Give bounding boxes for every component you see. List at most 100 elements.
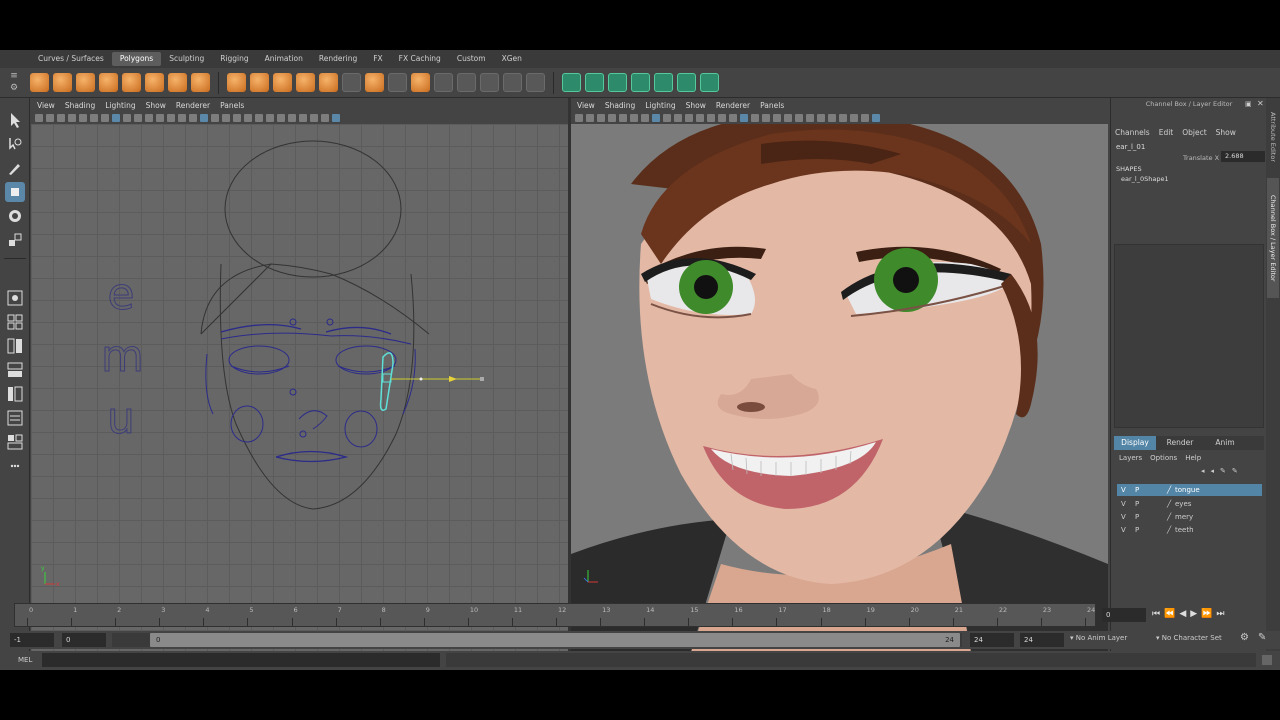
image-plane-icon[interactable] [79,114,87,122]
extract-icon[interactable] [273,73,292,92]
offset-edge-loop-icon[interactable] [480,73,499,92]
shelf-tab-polygons[interactable]: Polygons [111,52,162,66]
step-back-key-icon[interactable]: ⏪ [1164,609,1175,619]
image-plane-icon[interactable] [619,114,627,122]
wireframe-icon[interactable] [729,114,737,122]
shelf-tab-animation[interactable]: Animation [257,52,311,66]
bookmarks-icon[interactable] [68,114,76,122]
letter-m[interactable]: m [101,326,145,388]
extrude-icon[interactable] [365,73,384,92]
poly-prism-icon[interactable] [168,73,187,92]
2d-pan-zoom-icon[interactable] [630,114,638,122]
xray-components-icon[interactable] [299,114,307,122]
grease-pencil-icon[interactable] [641,114,649,122]
layer-playback-toggle[interactable]: P [1135,498,1139,510]
textured-icon[interactable] [222,114,230,122]
layer-row[interactable]: V P ╱ eyes [1117,498,1262,510]
tab-attribute-editor[interactable]: Attribute Editor [1267,102,1279,172]
layer-playback-toggle[interactable]: P [1135,511,1139,523]
hypershade-layout-icon[interactable] [5,432,25,452]
layer-color-icon[interactable]: ╱ [1167,498,1171,510]
layer-visibility-toggle[interactable]: V [1121,484,1126,496]
shadows-icon[interactable] [244,114,252,122]
tab-render[interactable]: Render [1156,436,1204,450]
layers-menu[interactable]: Layers [1119,454,1142,462]
outliner-layout-icon[interactable] [5,408,25,428]
poly-cylinder-icon[interactable] [76,73,95,92]
gamma-icon[interactable] [321,114,329,122]
auto-key-icon[interactable]: ⚙ [1240,632,1249,643]
play-forward-icon[interactable]: ▶ [1190,609,1197,619]
layer-visibility-toggle[interactable]: V [1121,498,1126,510]
script-editor-icon[interactable] [1262,655,1272,665]
command-input[interactable] [42,653,440,667]
select-camera-icon[interactable] [35,114,43,122]
select-camera-icon[interactable] [575,114,583,122]
isolate-select-icon[interactable] [806,114,814,122]
grid-icon[interactable] [652,114,660,122]
layer-name[interactable]: mery [1175,511,1193,523]
range-slider[interactable]: 0 24 [112,633,962,647]
insert-edge-loop-icon[interactable] [457,73,476,92]
attr-label[interactable]: Translate X [1183,154,1219,162]
viewport-menu-show[interactable]: Show [146,101,166,110]
wireframe-icon[interactable] [189,114,197,122]
shelf-tab-rendering[interactable]: Rendering [311,52,365,66]
safe-title-icon[interactable] [178,114,186,122]
channels-menu[interactable]: Channels [1115,128,1150,137]
letter-e[interactable]: e [101,264,141,326]
viewport-menu-panels[interactable]: Panels [760,101,784,110]
character-set-dropdown[interactable]: ▾ No Character Set [1156,634,1222,642]
tab-display[interactable]: Display [1114,436,1156,450]
shape-name[interactable]: ear_l_0Shape1 [1121,175,1169,183]
viewport-menu-renderer[interactable]: Renderer [176,101,210,110]
shelf-tab-fx[interactable]: FX [365,52,390,66]
poly-torus-icon[interactable] [145,73,164,92]
smooth-icon[interactable] [296,73,315,92]
select-tool-icon[interactable] [5,110,25,130]
preferences-icon[interactable]: ✎ [1258,632,1266,643]
target-weld-icon[interactable] [434,73,453,92]
letter-u[interactable]: u [101,388,141,450]
smooth-shade-icon[interactable] [200,114,208,122]
viewport-menu-shading[interactable]: Shading [65,101,95,110]
shelf-tab-fx-caching[interactable]: FX Caching [391,52,449,66]
gate-mask-icon[interactable] [145,114,153,122]
edit-menu[interactable]: Edit [1159,128,1174,137]
combine-icon[interactable] [227,73,246,92]
resolution-gate-icon[interactable] [134,114,142,122]
playback-start-field[interactable]: 0 [62,633,106,647]
shelf-tab-curves-surfaces[interactable]: Curves / Surfaces [30,52,112,66]
uv-auto-icon[interactable] [631,73,650,92]
viewport-menu-panels[interactable]: Panels [220,101,244,110]
smooth-shade-icon[interactable] [740,114,748,122]
viewport-menu-renderer[interactable]: Renderer [716,101,750,110]
multi-cut-icon[interactable] [411,73,430,92]
safe-title-icon[interactable] [718,114,726,122]
animation-end-field[interactable]: 24 [1020,633,1064,647]
paint-select-icon[interactable] [5,158,25,178]
side-by-side-layout-icon[interactable] [5,336,25,356]
layer-visibility-toggle[interactable]: V [1121,511,1126,523]
move-layer-down-icon[interactable]: ◂ [1211,467,1215,475]
ambient-occlusion-icon[interactable] [795,114,803,122]
viewport-canvas-persp[interactable]: persp [571,124,1108,652]
poly-cone-icon[interactable] [99,73,118,92]
poly-cube-icon[interactable] [53,73,72,92]
close-icon[interactable]: ✕ [1257,99,1264,108]
layer-row[interactable]: V P ╱ tongue [1117,484,1262,496]
xray-joints-icon[interactable] [288,114,296,122]
2d-pan-zoom-icon[interactable] [90,114,98,122]
tab-anim[interactable]: Anim [1204,436,1246,450]
isolate-select-icon[interactable] [266,114,274,122]
bookmarks-icon[interactable] [608,114,616,122]
uv-spherical-icon[interactable] [608,73,627,92]
field-chart-icon[interactable] [696,114,704,122]
layer-color-icon[interactable]: ╱ [1167,484,1171,496]
layer-row[interactable]: V P ╱ teeth [1117,524,1262,536]
layer-color-icon[interactable]: ╱ [1167,524,1171,536]
tab-channel-box-layer-editor[interactable]: Channel Box / Layer Editor [1267,178,1279,298]
gate-mask-icon[interactable] [685,114,693,122]
viewport-menu-view[interactable]: View [37,101,55,110]
layer-visibility-toggle[interactable]: V [1121,524,1126,536]
